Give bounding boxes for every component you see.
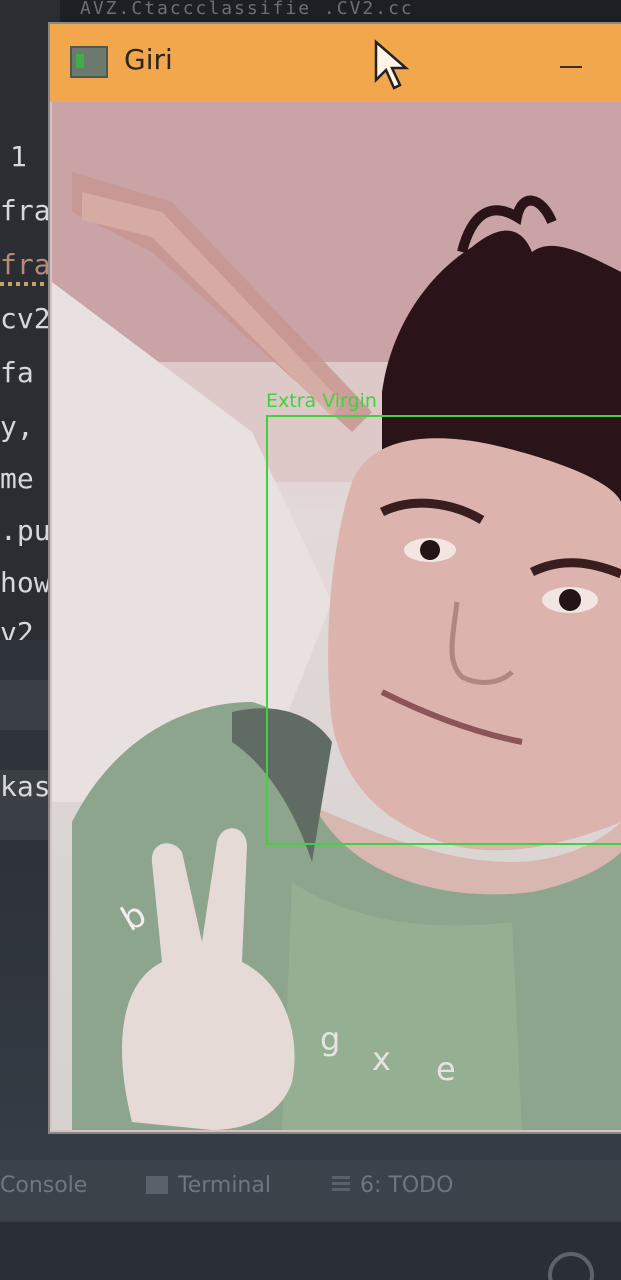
code-line-number: 1 — [10, 140, 27, 173]
terminal-tab[interactable]: Terminal — [146, 1172, 271, 1200]
keyboard-letter: g — [320, 1020, 340, 1058]
window-title-bar[interactable]: Giri — [50, 24, 621, 102]
terminal-tab-label: Terminal — [178, 1173, 271, 1198]
camera-window[interactable]: Giri b g x e Extra Virgin — [50, 24, 621, 1132]
console-tab-label: Console — [0, 1173, 88, 1198]
code-line: cv2 — [0, 302, 51, 335]
code-line: fa — [0, 356, 34, 389]
face-detection-box — [266, 415, 621, 845]
run-output-text: kas — [0, 770, 51, 803]
todo-list-icon — [332, 1176, 350, 1194]
mouse-pointer-icon — [374, 39, 410, 90]
keyboard-letter: x — [372, 1040, 391, 1078]
status-bar — [0, 1222, 621, 1280]
editor-top-line: AVZ.Ctaccclassifie .CV2.cc — [60, 0, 621, 26]
code-line: fra — [0, 248, 51, 281]
desktop-screen: 1 fra fra cv2 fa y, me .pu how v2 kas AV… — [0, 0, 621, 1280]
terminal-icon — [146, 1176, 168, 1194]
ide-bottom-toolbar — [0, 1160, 621, 1220]
face-detection-label: Extra Virgin — [266, 390, 377, 412]
code-line: me — [0, 462, 34, 495]
python-window-icon — [70, 46, 108, 78]
code-line: .pu — [0, 514, 51, 547]
window-title: Giri — [124, 43, 173, 76]
console-tab[interactable]: Console — [0, 1172, 87, 1200]
minimize-icon[interactable] — [558, 54, 584, 80]
keyboard-letter: e — [436, 1050, 456, 1088]
todo-tab[interactable]: 6: TODO — [332, 1172, 453, 1200]
code-line: y, — [0, 410, 34, 443]
camera-feed: b g x e Extra Virgin — [52, 102, 621, 1130]
todo-tab-label: 6: TODO — [360, 1173, 454, 1198]
warning-squiggle — [0, 282, 48, 286]
code-line: fra — [0, 194, 51, 227]
code-line: how — [0, 566, 51, 599]
